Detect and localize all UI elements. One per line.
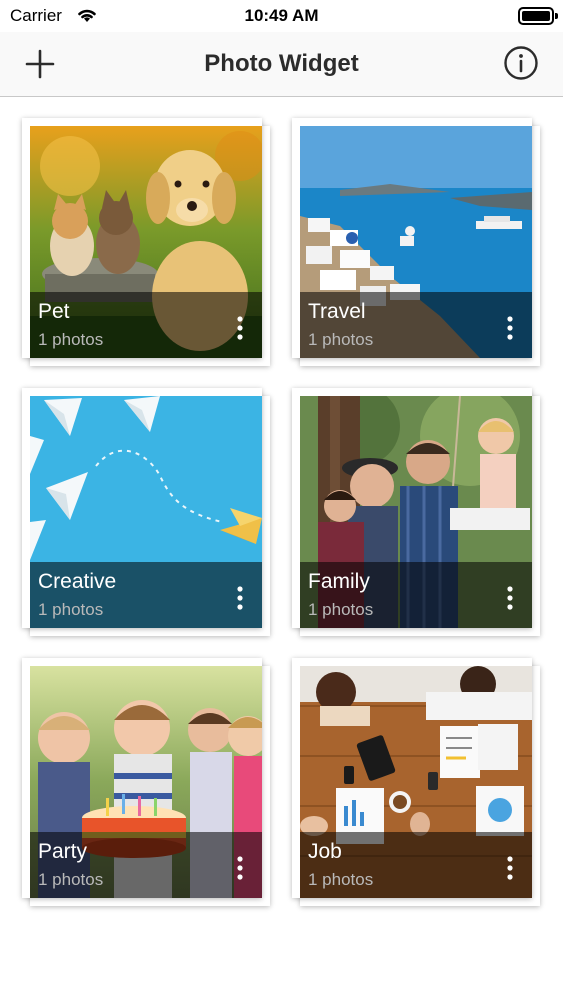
vertical-ellipsis-icon	[237, 586, 243, 610]
album-count: 1 photos	[308, 330, 374, 349]
battery-icon	[518, 7, 558, 25]
more-options-button[interactable]	[228, 584, 252, 612]
more-options-button[interactable]	[228, 314, 252, 342]
album-count: 1 photos	[308, 600, 374, 619]
more-options-button[interactable]	[498, 314, 522, 342]
vertical-ellipsis-icon	[507, 586, 513, 610]
vertical-ellipsis-icon	[237, 856, 243, 880]
more-options-button[interactable]	[228, 854, 252, 882]
album-card-pet[interactable]: Pet 1 photos	[22, 118, 270, 366]
album-title: Pet	[38, 300, 70, 323]
info-circle-icon	[504, 46, 538, 80]
vertical-ellipsis-icon	[507, 316, 513, 340]
album-count: 1 photos	[38, 600, 104, 619]
page-title: Photo Widget	[204, 50, 359, 77]
clock: 10:49 AM	[244, 6, 319, 25]
album-card-creative[interactable]: Creative 1 photos	[22, 388, 270, 636]
album-card-job[interactable]: Job 1 photos	[292, 658, 540, 906]
info-button[interactable]	[503, 45, 539, 81]
vertical-ellipsis-icon	[237, 316, 243, 340]
vertical-ellipsis-icon	[507, 856, 513, 880]
album-card-travel[interactable]: Travel 1 photos	[292, 118, 540, 366]
album-card-party[interactable]: Party 1 photos	[22, 658, 270, 906]
album-title: Family	[308, 570, 370, 593]
album-title: Job	[308, 840, 342, 863]
more-options-button[interactable]	[498, 854, 522, 882]
album-title: Party	[38, 840, 88, 863]
album-count: 1 photos	[308, 870, 374, 889]
status-bar: Carrier 10:49 AM	[0, 0, 563, 32]
album-count: 1 photos	[38, 870, 104, 889]
album-title: Travel	[308, 300, 366, 323]
nav-bar: Photo Widget	[0, 32, 563, 97]
album-title: Creative	[38, 570, 117, 593]
more-options-button[interactable]	[498, 584, 522, 612]
album-count: 1 photos	[38, 330, 104, 349]
album-card-family[interactable]: Family 1 photos	[292, 388, 540, 636]
